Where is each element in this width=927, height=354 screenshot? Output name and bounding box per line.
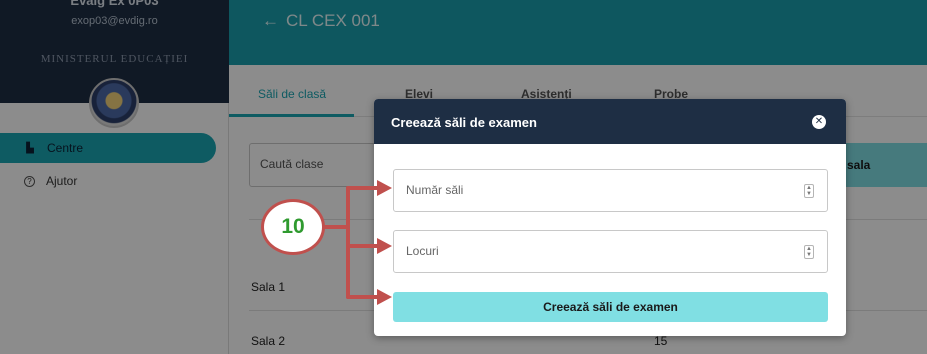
seats-field[interactable]: ▲▼ [393,230,828,273]
dialog-header: Creează săli de examen ✕ [374,99,846,144]
room-count-input[interactable] [406,183,786,197]
step-number-badge: 10 [261,199,325,255]
create-rooms-button[interactable]: Creează săli de examen [393,292,828,322]
close-icon[interactable]: ✕ [812,115,826,129]
number-stepper-icon[interactable]: ▲ ▼ [804,245,814,259]
create-rooms-dialog: Creează săli de examen ✕ ▲▼ ▲▼ Creează s… [374,99,846,336]
seats-input[interactable] [406,244,786,258]
dialog-title: Creează săli de examen [391,115,537,130]
room-count-field[interactable]: ▲▼ [393,169,828,212]
number-stepper-icon[interactable]: ▲ ▼ [804,184,814,198]
